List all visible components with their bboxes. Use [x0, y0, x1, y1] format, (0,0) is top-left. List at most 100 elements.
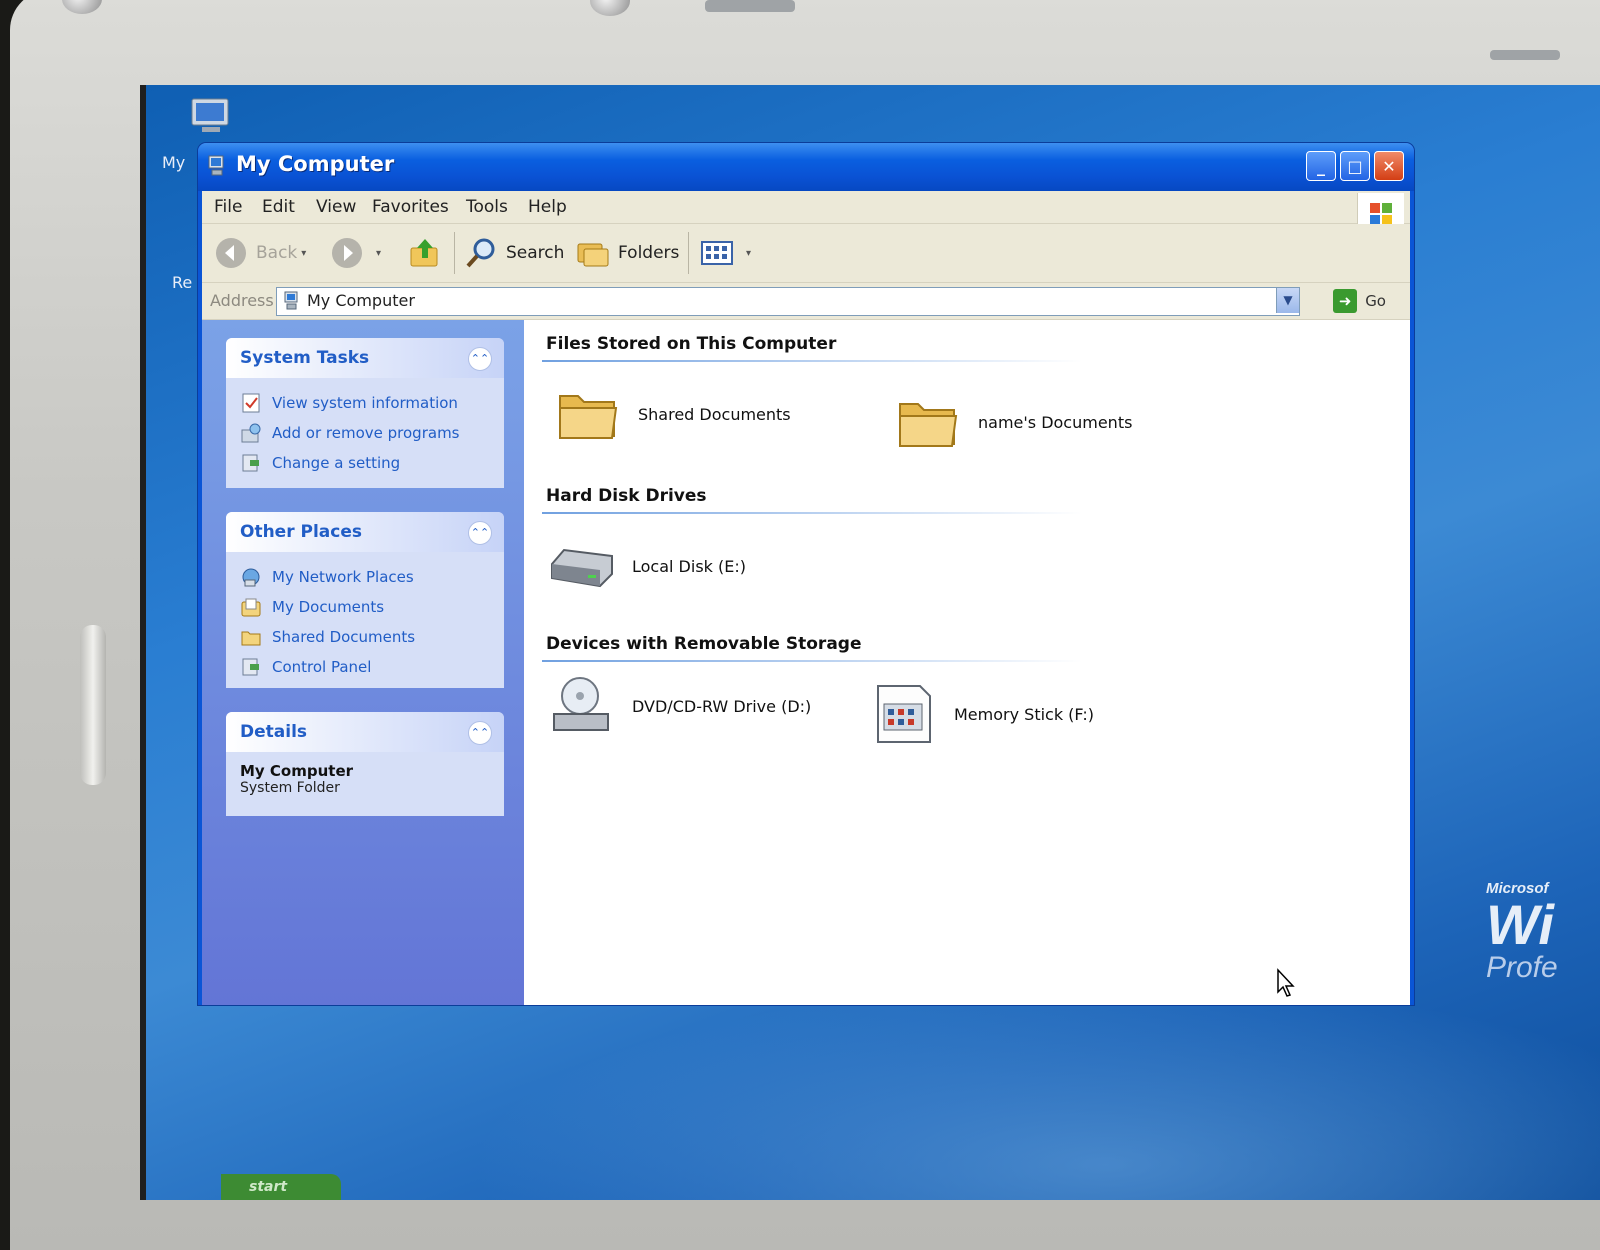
collapse-icon[interactable]: ⌃⌃ — [468, 521, 492, 545]
item-label: Local Disk (E:) — [632, 556, 746, 576]
my-computer-desktop-icon[interactable] — [188, 97, 234, 135]
forward-button[interactable]: ▾ — [330, 234, 381, 272]
item-local-disk-e[interactable]: Local Disk (E:) — [548, 534, 746, 598]
up-folder-icon — [410, 239, 438, 267]
menu-help[interactable]: Help — [528, 197, 567, 217]
task-link-label: Change a setting — [272, 454, 401, 472]
side-latch — [80, 625, 106, 785]
item-label: Memory Stick (F:) — [954, 704, 1095, 724]
item-label: Shared Documents — [638, 404, 791, 424]
desktop: My Re Microsof Wi Profe start My Compute… — [140, 85, 1600, 1200]
menu-favorites[interactable]: Favorites — [372, 197, 449, 217]
address-input[interactable]: My Computer ▼ — [276, 287, 1300, 316]
hard-drive-icon — [551, 548, 613, 588]
group-divider — [542, 512, 1082, 514]
folder-icon — [559, 395, 618, 439]
item-label: name's Documents — [978, 412, 1133, 432]
place-link-control-panel[interactable]: Control Panel — [240, 652, 490, 682]
other-places-title: Other Places — [240, 522, 362, 542]
search-icon — [466, 238, 495, 268]
item-dvd-cdrw-drive-d[interactable]: DVD/CD-RW Drive (D:) — [548, 674, 811, 738]
menu-edit[interactable]: Edit — [262, 197, 295, 217]
task-link-label: Add or remove programs — [272, 424, 460, 442]
bezel-screw — [590, 0, 630, 16]
address-bar: Address My Computer ▼ ➜ Go — [202, 283, 1410, 320]
control-panel-icon — [242, 658, 259, 676]
group-title-removable-storage: Devices with Removable Storage — [546, 634, 862, 654]
item-label: DVD/CD-RW Drive (D:) — [632, 696, 812, 716]
content-pane: Files Stored on This Computer Shared Doc… — [524, 320, 1410, 1005]
my-computer-window: My Computer _ □ ✕ File Edit View Favorit… — [198, 143, 1414, 1005]
views-icon — [701, 241, 733, 265]
bezel-screw — [62, 0, 102, 14]
minimize-button[interactable]: _ — [1306, 151, 1336, 181]
system-tasks-panel: System Tasks ⌃⌃ View system information … — [226, 338, 504, 488]
title-bar[interactable]: My Computer _ □ ✕ — [198, 143, 1414, 191]
search-button[interactable]: Search — [464, 234, 564, 272]
place-link-my-documents[interactable]: My Documents — [240, 592, 490, 622]
up-folder-button[interactable] — [408, 234, 450, 272]
group-divider — [542, 660, 1082, 662]
item-names-documents[interactable]: name's Documents — [894, 390, 1132, 454]
views-button[interactable]: ▾ — [700, 234, 751, 272]
item-shared-documents[interactable]: Shared Documents — [554, 382, 791, 446]
menu-tools[interactable]: Tools — [466, 197, 508, 217]
menu-file[interactable]: File — [214, 197, 242, 217]
computer-icon — [284, 291, 298, 310]
menu-view[interactable]: View — [316, 197, 356, 217]
collapse-icon[interactable]: ⌃⌃ — [468, 347, 492, 371]
toolbar: Back ▾ ▾ Search Folders ▾ — [202, 224, 1410, 283]
dvd-drive-icon — [553, 677, 609, 731]
folders-label: Folders — [618, 243, 680, 263]
memory-stick-icon — [877, 685, 931, 743]
task-link-add-remove-programs[interactable]: Add or remove programs — [240, 418, 490, 448]
chevron-down-icon: ▾ — [376, 247, 382, 259]
maximize-button[interactable]: □ — [1340, 151, 1370, 181]
task-link-view-system-info[interactable]: View system information — [240, 388, 490, 418]
place-link-label: Shared Documents — [272, 628, 416, 646]
menu-bar: File Edit View Favorites Tools Help — [202, 191, 1410, 239]
go-label: Go — [1365, 291, 1386, 310]
folder-icon — [899, 403, 958, 447]
system-info-icon — [242, 393, 260, 413]
back-label: Back — [256, 243, 298, 263]
chevron-down-icon: ▾ — [746, 247, 752, 259]
folders-icon — [577, 243, 609, 267]
back-arrow-icon — [216, 238, 246, 268]
place-link-label: My Documents — [272, 598, 385, 616]
details-item-type: System Folder — [240, 780, 340, 796]
address-dropdown-button[interactable]: ▼ — [1276, 288, 1299, 313]
details-header[interactable]: Details ⌃⌃ — [226, 712, 504, 752]
add-remove-programs-icon — [241, 423, 261, 443]
search-label: Search — [506, 243, 565, 263]
other-places-panel: Other Places ⌃⌃ My Network Places My Doc… — [226, 512, 504, 688]
details-panel: Details ⌃⌃ My Computer System Folder — [226, 712, 504, 816]
brand-edition: Profe — [1486, 951, 1558, 984]
group-divider — [542, 360, 1082, 362]
folder-icon — [241, 631, 261, 646]
other-places-header[interactable]: Other Places ⌃⌃ — [226, 512, 504, 552]
desktop-label-recycle-bin: Re — [172, 273, 193, 292]
start-button[interactable]: start — [221, 1174, 341, 1200]
close-button[interactable]: ✕ — [1374, 151, 1404, 181]
system-tasks-header[interactable]: System Tasks ⌃⌃ — [226, 338, 504, 378]
desktop-label-my-computer: My — [162, 153, 186, 172]
control-panel-icon — [242, 454, 259, 472]
bezel-latch — [1490, 50, 1560, 60]
chevron-down-icon: ▾ — [301, 247, 307, 259]
collapse-icon[interactable]: ⌃⌃ — [468, 721, 492, 745]
network-places-icon — [242, 568, 260, 587]
place-link-network-places[interactable]: My Network Places — [240, 562, 490, 592]
forward-arrow-icon — [332, 238, 362, 268]
go-button[interactable]: ➜ Go — [1333, 287, 1386, 314]
computer-icon — [208, 155, 224, 176]
task-link-change-setting[interactable]: Change a setting — [240, 448, 490, 478]
place-link-shared-documents[interactable]: Shared Documents — [240, 622, 490, 652]
back-button[interactable]: Back ▾ — [214, 234, 306, 272]
group-title-hard-disk-drives: Hard Disk Drives — [546, 486, 707, 506]
mouse-pointer-icon — [1277, 968, 1295, 997]
system-tasks-title: System Tasks — [240, 348, 370, 368]
item-memory-stick-f[interactable]: Memory Stick (F:) — [870, 682, 1094, 746]
folders-button[interactable]: Folders — [576, 234, 679, 272]
details-item-name: My Computer — [240, 762, 354, 780]
